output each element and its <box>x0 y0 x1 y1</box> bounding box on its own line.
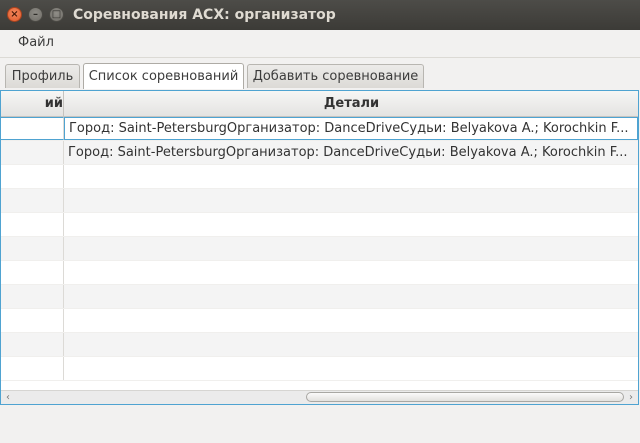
minimize-icon: – <box>33 8 38 20</box>
table-cell <box>1 213 64 236</box>
table-row <box>1 165 638 189</box>
table-row[interactable]: Город: Saint-PetersburgОрганизатор: Danc… <box>1 141 638 165</box>
table-row <box>1 357 638 381</box>
table-cell-details <box>64 189 638 212</box>
column-header-1[interactable]: ий <box>1 91 64 116</box>
table-cell-details <box>64 309 638 332</box>
close-icon: × <box>10 8 19 20</box>
table-row <box>1 189 638 213</box>
tab-profile[interactable]: Профиль <box>5 64 80 88</box>
table-row <box>1 285 638 309</box>
tab-competition-list[interactable]: Список соревнований <box>83 63 244 89</box>
table-cell-details <box>64 357 638 380</box>
close-window-button[interactable]: × <box>7 7 22 22</box>
maximize-icon: □ <box>51 8 62 20</box>
competitions-table: ий Детали Город: Saint-PetersburgОрганиз… <box>0 90 639 405</box>
table-cell <box>1 309 64 332</box>
table-cell-details <box>64 237 638 260</box>
horizontal-scrollbar[interactable]: ‹ › <box>1 390 638 404</box>
scroll-right-icon[interactable]: › <box>625 391 637 404</box>
table-cell-details <box>64 285 638 308</box>
table-cell <box>1 285 64 308</box>
title-bar: × – □ Соревнования АСХ: организатор <box>0 0 640 30</box>
table-cell <box>1 333 64 356</box>
window-title: Соревнования АСХ: организатор <box>73 7 336 23</box>
table-cell-details: Город: Saint-PetersburgОрганизатор: Danc… <box>64 117 638 140</box>
table-cell-details: Город: Saint-PetersburgОрганизатор: Danc… <box>68 145 628 160</box>
table-cell-details <box>64 333 638 356</box>
table-cell <box>1 357 64 380</box>
table-row <box>1 237 638 261</box>
menu-bar: Файл <box>0 30 640 58</box>
table-row <box>1 213 638 237</box>
table-row <box>1 333 638 357</box>
table-cell <box>1 261 64 284</box>
column-header-details[interactable]: Детали <box>64 91 638 116</box>
tab-bar: Профиль Список соревнований Добавить сор… <box>0 58 640 90</box>
table-cell <box>1 237 64 260</box>
table-cell-details <box>64 261 638 284</box>
table-cell <box>1 117 64 140</box>
table-body: Город: Saint-PetersburgОрганизатор: Danc… <box>1 117 638 381</box>
table-header: ий Детали <box>1 91 638 117</box>
scrollbar-thumb[interactable] <box>306 392 624 402</box>
table-cell <box>1 189 64 212</box>
scroll-left-icon[interactable]: ‹ <box>2 391 14 404</box>
menu-file[interactable]: Файл <box>10 35 62 50</box>
maximize-window-button[interactable]: □ <box>49 7 64 22</box>
app-window: × – □ Соревнования АСХ: организатор Файл… <box>0 0 640 443</box>
table-cell <box>1 165 64 188</box>
table-cell-details <box>64 213 638 236</box>
minimize-window-button[interactable]: – <box>28 7 43 22</box>
table-cell-details <box>64 165 638 188</box>
table-row <box>1 309 638 333</box>
table-row <box>1 261 638 285</box>
tab-add-competition[interactable]: Добавить соревнование <box>247 64 424 88</box>
table-row[interactable]: Город: Saint-PetersburgОрганизатор: Danc… <box>1 117 638 141</box>
table-cell <box>1 141 64 164</box>
